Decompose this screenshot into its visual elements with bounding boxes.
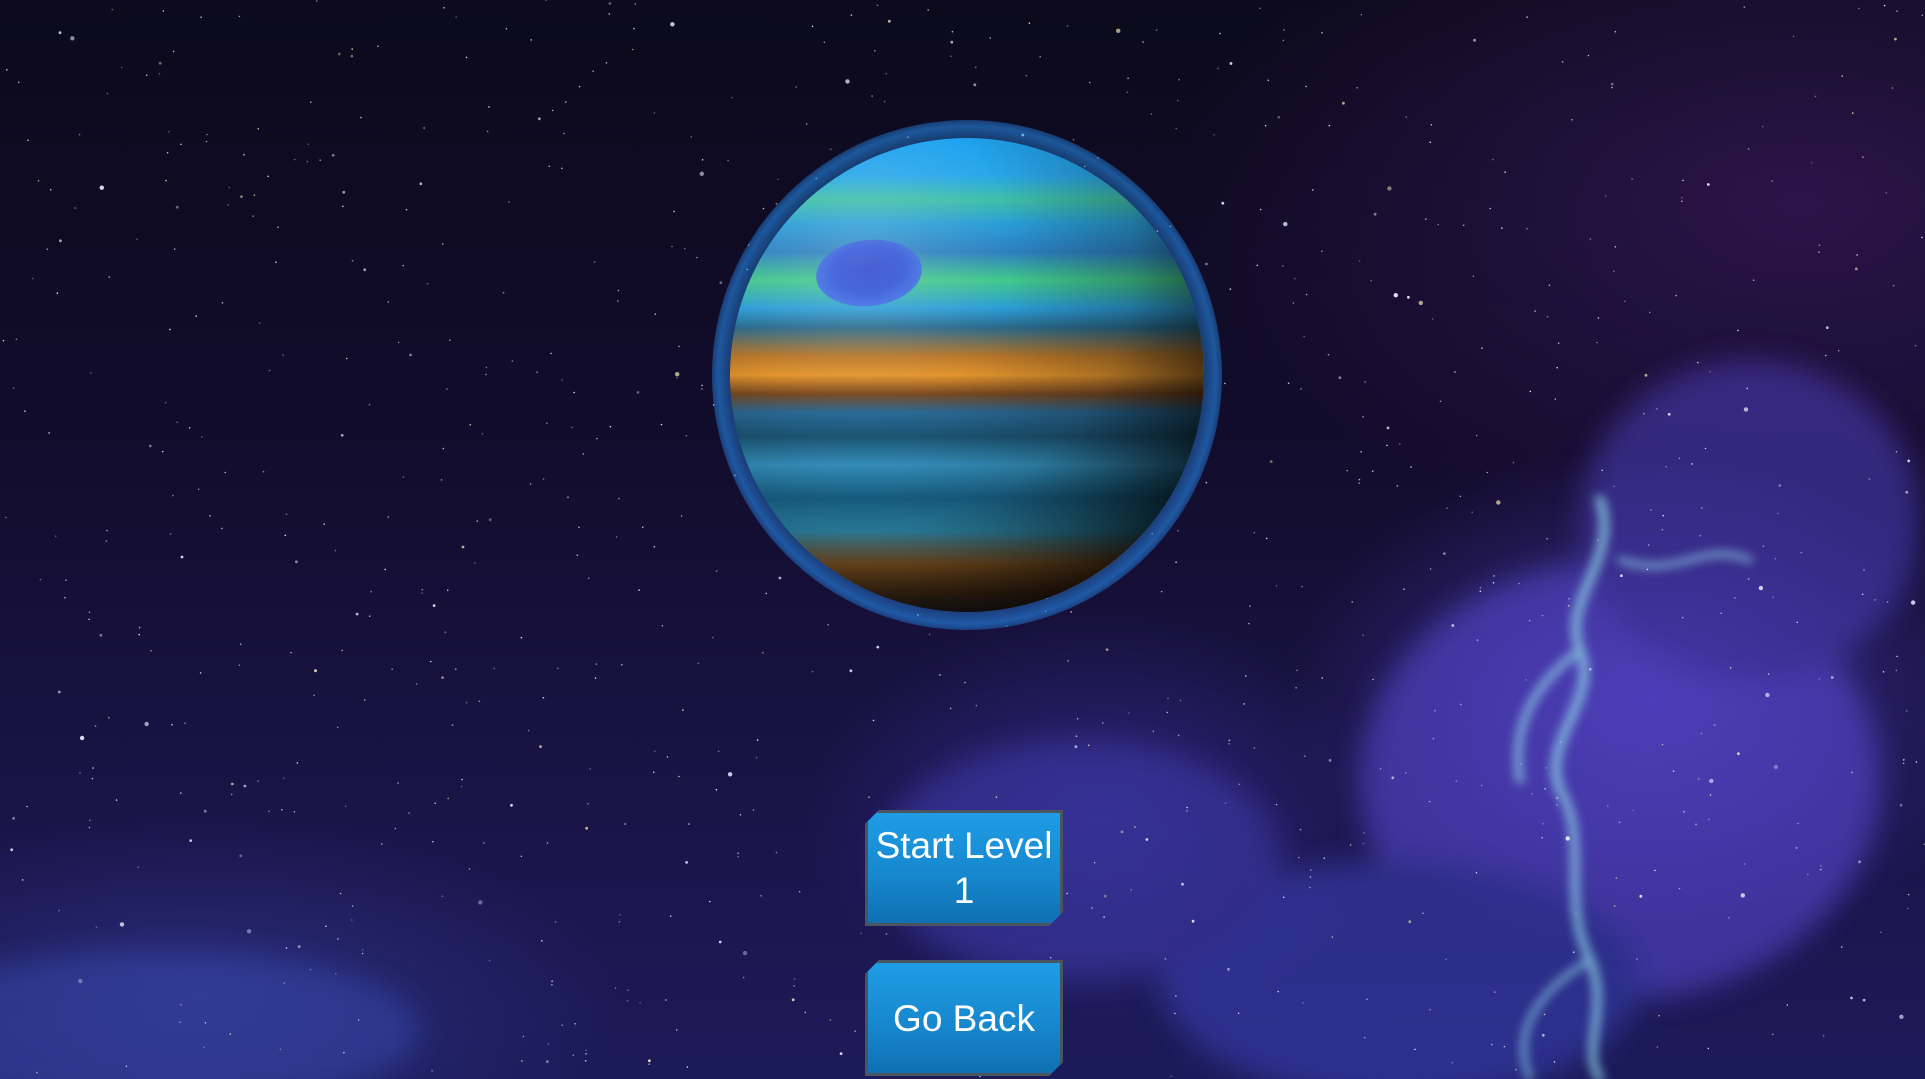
start-level-label: Start Level 1 [875,825,1053,911]
space-background: Start Level 1 Go Back [0,0,1925,1079]
planet-surface [730,138,1204,612]
planet-icon [712,120,1222,630]
go-back-label: Go Back [893,997,1035,1039]
start-level-button[interactable]: Start Level 1 [865,810,1063,926]
planet-shading [730,138,1204,612]
go-back-button[interactable]: Go Back [865,960,1063,1076]
